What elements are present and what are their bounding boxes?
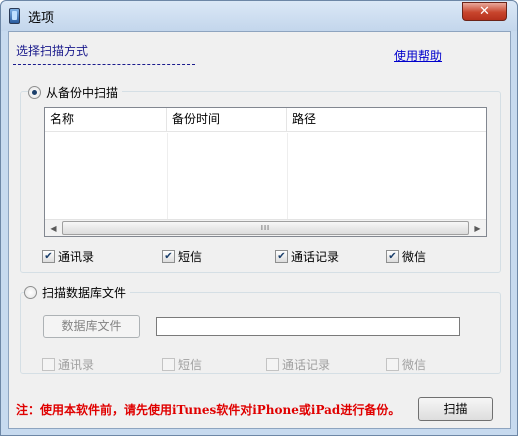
checkbox-box[interactable] (386, 358, 399, 371)
scrollbar-thumb[interactable]: III (62, 221, 469, 235)
close-icon: ✕ (479, 4, 490, 19)
checkbox-box[interactable] (162, 358, 175, 371)
checkbox-label: 短信 (178, 250, 203, 264)
chevron-right-icon[interactable]: ▶ (469, 220, 486, 236)
radio-indicator[interactable] (24, 286, 37, 299)
column-header-path[interactable]: 路径 (287, 108, 486, 132)
db-scan-radio[interactable]: 扫描数据库文件 (24, 284, 131, 301)
checkbox-box[interactable] (42, 250, 55, 263)
column-divider (167, 133, 168, 220)
checkbox-label: 短信 (178, 358, 203, 372)
phone-icon (9, 8, 20, 24)
column-header-backup-time[interactable]: 备份时间 (167, 108, 287, 132)
chevron-left-icon[interactable]: ◀ (45, 220, 62, 236)
checkbox-box[interactable] (162, 250, 175, 263)
db-checkbox-sms[interactable]: 短信 (162, 356, 202, 373)
grip-icon: III (260, 224, 271, 232)
scan-mode-heading: 选择扫描方式 (16, 44, 89, 58)
db-scan-label: 扫描数据库文件 (42, 286, 127, 300)
backup-note: 注：使用本软件前，请先使用iTunes软件对iPhone或iPad进行备份。 (16, 403, 401, 417)
title-bar[interactable]: 选项 ✕ (1, 1, 517, 31)
column-header-name[interactable]: 名称 (45, 108, 167, 132)
heading-divider (13, 64, 195, 65)
backup-list-header: 名称 备份时间 路径 (45, 108, 486, 132)
backup-list[interactable]: 名称 备份时间 路径 ◀ III ▶ (44, 107, 487, 237)
window-title: 选项 (28, 11, 55, 26)
help-link[interactable]: 使用帮助 (394, 47, 442, 64)
horizontal-scrollbar[interactable]: ◀ III ▶ (45, 219, 486, 236)
radio-indicator[interactable] (28, 86, 41, 99)
close-button[interactable]: ✕ (462, 2, 507, 21)
database-path-input[interactable] (156, 317, 460, 336)
db-checkbox-call-log[interactable]: 通话记录 (266, 356, 330, 373)
checkbox-call-log[interactable]: 通话记录 (275, 248, 339, 265)
db-checkbox-wechat[interactable]: 微信 (386, 356, 426, 373)
checkbox-contacts[interactable]: 通讯录 (42, 248, 94, 265)
checkbox-label: 通话记录 (282, 358, 331, 372)
backup-scan-radio[interactable]: 从备份中扫描 (28, 84, 123, 101)
checkbox-sms[interactable]: 短信 (162, 248, 202, 265)
checkbox-box[interactable] (266, 358, 279, 371)
checkbox-label: 通讯录 (58, 250, 95, 264)
dialog-body: 选择扫描方式 使用帮助 从备份中扫描 名称 备份时间 路径 ◀ III ▶ ✔ … (8, 31, 511, 429)
database-file-button[interactable]: 数据库文件 (43, 315, 140, 338)
options-window: 选项 ✕ 选择扫描方式 使用帮助 从备份中扫描 名称 备份时间 路径 ◀ III… (0, 0, 518, 436)
checkbox-label: 微信 (402, 250, 427, 264)
checkbox-box[interactable] (275, 250, 288, 263)
checkbox-wechat[interactable]: 微信 (386, 248, 426, 265)
checkbox-label: 通话记录 (291, 250, 340, 264)
checkbox-box[interactable] (386, 250, 399, 263)
column-divider (287, 133, 288, 220)
scan-button[interactable]: 扫描 (418, 397, 493, 421)
db-checkbox-contacts[interactable]: 通讯录 (42, 356, 94, 373)
checkbox-label: 微信 (402, 358, 427, 372)
checkbox-label: 通讯录 (58, 358, 95, 372)
backup-scan-label: 从备份中扫描 (46, 86, 119, 100)
checkbox-box[interactable] (42, 358, 55, 371)
